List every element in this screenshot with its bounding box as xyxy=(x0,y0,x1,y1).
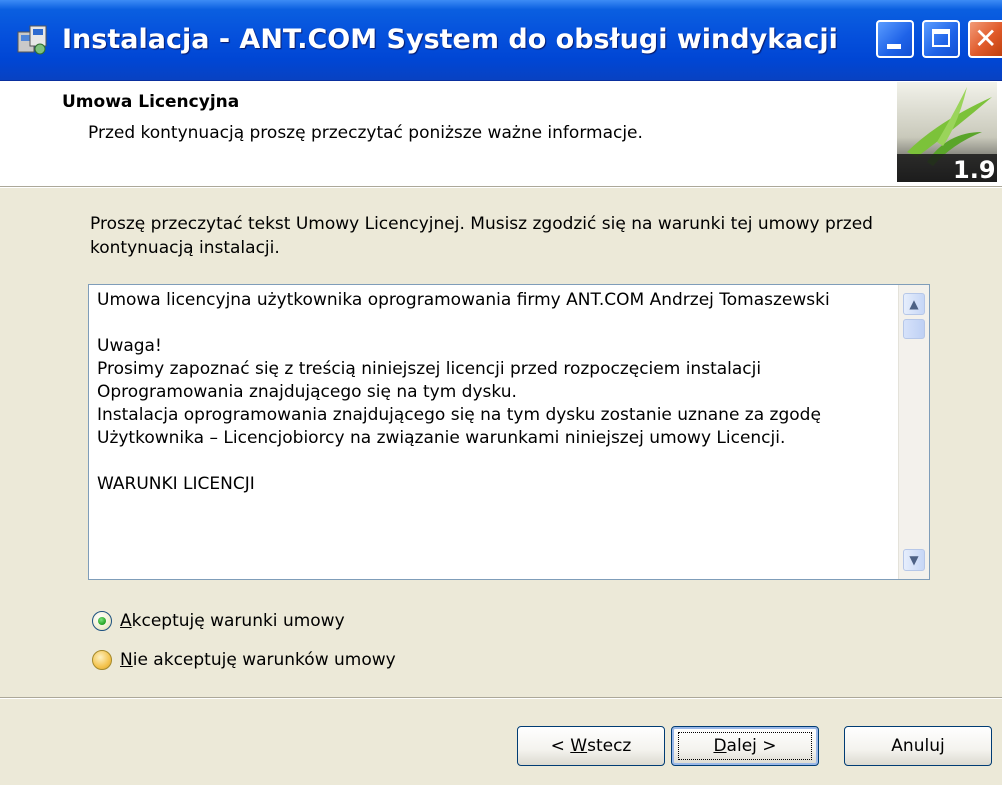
close-icon: ✕ xyxy=(974,22,998,55)
chevron-up-icon: ▲ xyxy=(909,297,919,311)
radio-checked-icon[interactable] xyxy=(92,611,112,631)
header-separator xyxy=(0,186,1002,188)
license-text: Umowa licencyjna użytkownika oprogramowa… xyxy=(97,290,830,494)
title-bar[interactable]: Instalacja - ANT.COM System do obsługi w… xyxy=(0,0,1002,81)
decline-radio-label: Nie akceptuję warunków umowy xyxy=(120,650,396,670)
footer-separator xyxy=(0,697,1002,699)
decline-radio[interactable]: Nie akceptuję warunków umowy xyxy=(92,650,396,676)
scroll-up-button[interactable]: ▲ xyxy=(903,293,925,315)
cancel-button[interactable]: Anuluj xyxy=(844,726,992,766)
page-subtitle: Przed kontynuacją proszę przeczytać poni… xyxy=(88,123,643,143)
wizard-header-image: 1.9 xyxy=(897,82,997,182)
accept-radio-label: Akceptuję warunki umowy xyxy=(120,611,345,631)
maximize-icon xyxy=(932,29,950,47)
accept-radio[interactable]: Akceptuję warunki umowy xyxy=(92,611,345,637)
back-button[interactable]: < Wstecz xyxy=(517,726,665,766)
radio-unchecked-icon[interactable] xyxy=(92,650,112,670)
installer-window: Instalacja - ANT.COM System do obsługi w… xyxy=(0,0,1002,785)
page-title: Umowa Licencyjna xyxy=(62,92,240,112)
scroll-down-button[interactable]: ▼ xyxy=(903,549,925,571)
chevron-down-icon: ▼ xyxy=(909,553,919,567)
minimize-icon xyxy=(887,44,901,49)
focus-rectangle xyxy=(678,732,812,760)
next-button[interactable]: Dalej > xyxy=(671,726,819,766)
vertical-scrollbar[interactable]: ▲ ▼ xyxy=(898,285,929,579)
license-text-box[interactable]: Umowa licencyjna użytkownika oprogramowa… xyxy=(88,284,930,580)
maximize-button[interactable] xyxy=(922,20,960,58)
version-label: 1.9 xyxy=(953,156,996,182)
window-title: Instalacja - ANT.COM System do obsługi w… xyxy=(62,24,838,55)
installer-app-icon xyxy=(17,25,47,55)
instructions-text: Proszę przeczytać tekst Umowy Licencyjne… xyxy=(90,214,873,258)
close-button[interactable]: ✕ xyxy=(968,20,1002,58)
scroll-thumb[interactable] xyxy=(903,319,925,339)
minimize-button[interactable] xyxy=(876,20,914,58)
